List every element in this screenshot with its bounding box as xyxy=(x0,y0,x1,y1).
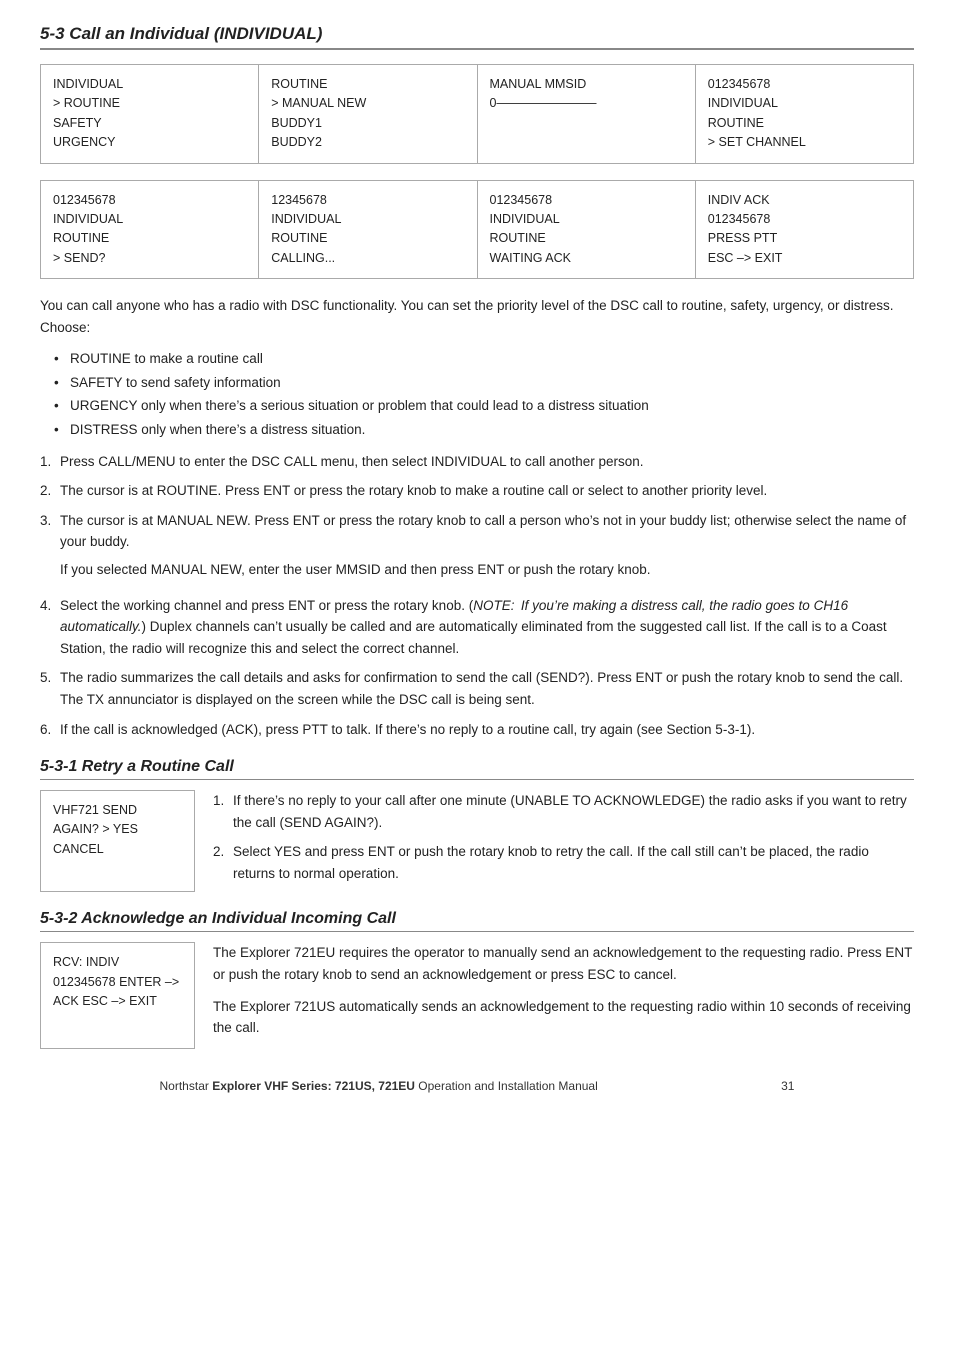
screen-set-channel: 012345678 INDIVIDUAL ROUTINE > SET CHANN… xyxy=(696,65,913,163)
section-532-para2: The Explorer 721US automatically sends a… xyxy=(213,996,914,1039)
page-title: 5-3 Call an Individual (INDIVIDUAL) xyxy=(40,24,914,50)
section-531-title: 5-3-1 Retry a Routine Call xyxy=(40,758,914,780)
bullet-list: ROUTINE to make a routine call SAFETY to… xyxy=(70,348,914,440)
screen-individual-routine: INDIVIDUAL > ROUTINE SAFETY URGENCY xyxy=(41,65,259,163)
screen-calling: 12345678 INDIVIDUAL ROUTINE CALLING... xyxy=(259,181,477,279)
bullet-distress: DISTRESS only when there’s a distress si… xyxy=(70,419,914,441)
bullet-routine: ROUTINE to make a routine call xyxy=(70,348,914,370)
section-532-paras: The Explorer 721EU requires the operator… xyxy=(213,942,914,1048)
screen-manual-mmsid: MANUAL MMSID 0———————— xyxy=(478,65,696,163)
section-531-content: VHF721 SEND AGAIN? > YES CANCEL 1. If th… xyxy=(40,790,914,892)
531-step-2: 2. Select YES and press ENT or push the … xyxy=(213,841,914,884)
screen-send: 012345678 INDIVIDUAL ROUTINE > SEND? xyxy=(41,181,259,279)
screens-row-1: INDIVIDUAL > ROUTINE SAFETY URGENCY ROUT… xyxy=(40,64,914,164)
section-532-para1: The Explorer 721EU requires the operator… xyxy=(213,942,914,985)
screen-send-again: VHF721 SEND AGAIN? > YES CANCEL xyxy=(40,790,195,892)
screen-indiv-ack: INDIV ACK 012345678 PRESS PTT ESC –> EXI… xyxy=(696,181,913,279)
step-2: 2. The cursor is at ROUTINE. Press ENT o… xyxy=(40,480,914,502)
step-4: 4. Select the working channel and press … xyxy=(40,595,914,660)
step-6: 6. If the call is acknowledged (ACK), pr… xyxy=(40,719,914,741)
screen-rcv-indiv: RCV: INDIV 012345678 ENTER –> ACK ESC –>… xyxy=(40,942,195,1048)
intro-text: You can call anyone who has a radio with… xyxy=(40,295,914,338)
section-532-title: 5-3-2 Acknowledge an Individual Incoming… xyxy=(40,910,914,932)
step-5: 5. The radio summarizes the call details… xyxy=(40,667,914,710)
main-steps: 1. Press CALL/MENU to enter the DSC CALL… xyxy=(40,451,914,741)
bullet-urgency: URGENCY only when there’s a serious situ… xyxy=(70,395,914,417)
screen-routine-manual: ROUTINE > MANUAL NEW BUDDY1 BUDDY2 xyxy=(259,65,477,163)
footer: Northstar Explorer VHF Series: 721US, 72… xyxy=(40,1079,914,1093)
bullet-safety: SAFETY to send safety information xyxy=(70,372,914,394)
531-step-1: 1. If there’s no reply to your call afte… xyxy=(213,790,914,833)
section-531-steps-wrap: 1. If there’s no reply to your call afte… xyxy=(213,790,914,892)
screens-row-2: 012345678 INDIVIDUAL ROUTINE > SEND? 123… xyxy=(40,180,914,280)
section-532-content: RCV: INDIV 012345678 ENTER –> ACK ESC –>… xyxy=(40,942,914,1048)
step-3: 3. The cursor is at MANUAL NEW. Press EN… xyxy=(40,510,914,587)
step-1: 1. Press CALL/MENU to enter the DSC CALL… xyxy=(40,451,914,473)
section-531-steps: 1. If there’s no reply to your call afte… xyxy=(213,790,914,884)
screen-waiting-ack: 012345678 INDIVIDUAL ROUTINE WAITING ACK xyxy=(478,181,696,279)
